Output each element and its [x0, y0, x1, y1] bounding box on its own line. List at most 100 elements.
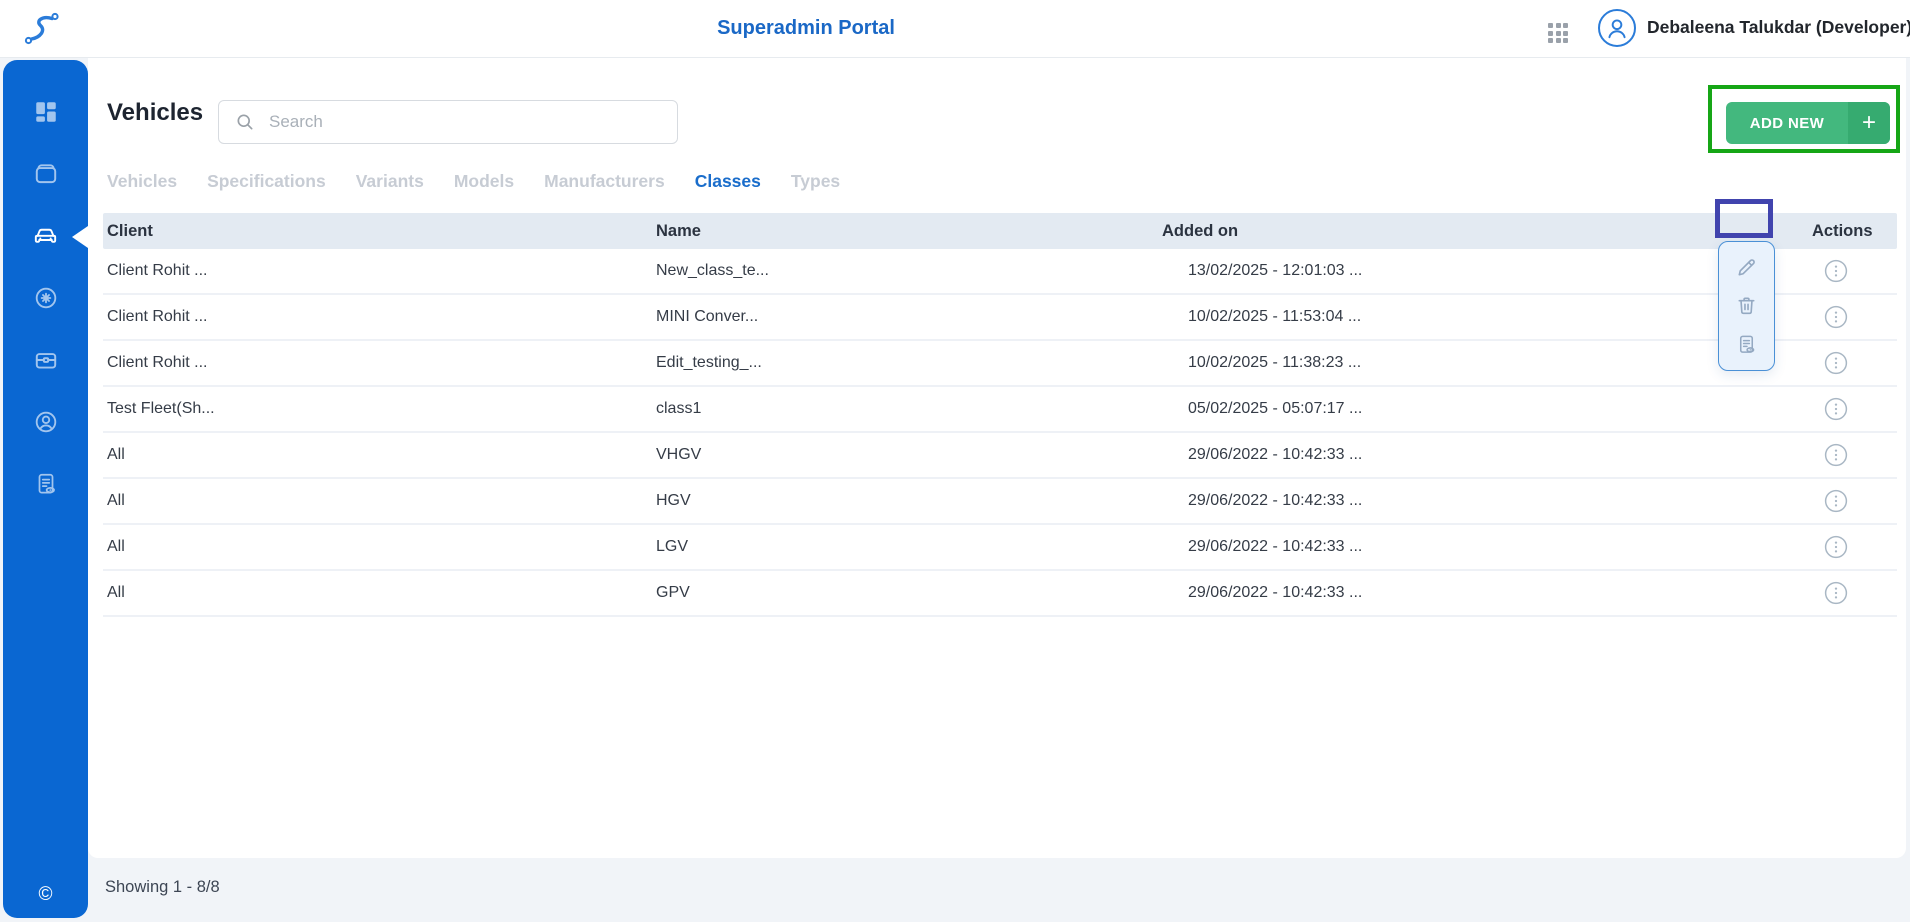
- tabs: Vehicles Specifications Variants Models Manu…: [107, 171, 840, 192]
- cell-name: class1: [652, 400, 1158, 418]
- table-row: Client Rohit ...New_class_te...13/02/202…: [103, 249, 1897, 295]
- cell-added_on: 29/06/2022 - 10:42:33 ...: [1158, 584, 1808, 602]
- cell-name: LGV: [652, 538, 1158, 556]
- table-row: Client Rohit ...Edit_testing_...10/02/20…: [103, 341, 1897, 387]
- cell-actions: [1808, 351, 1897, 375]
- card-icon: [33, 161, 59, 187]
- sidebar-item-settings[interactable]: [32, 285, 60, 311]
- apps-grid-icon[interactable]: [1548, 23, 1570, 45]
- cell-client: All: [103, 584, 652, 602]
- table-row: AllLGV29/06/2022 - 10:42:33 ...: [103, 525, 1897, 571]
- cell-name: MINI Conver...: [652, 308, 1158, 326]
- cell-actions: [1808, 259, 1897, 283]
- add-new-label: ADD NEW: [1726, 102, 1848, 144]
- tab-classes[interactable]: Classes: [695, 171, 761, 192]
- add-new-button[interactable]: ADD NEW +: [1726, 102, 1890, 144]
- cell-name: New_class_te...: [652, 262, 1158, 280]
- search-box: [218, 100, 678, 144]
- row-actions-button[interactable]: [1824, 489, 1848, 513]
- account-circle-icon: [33, 409, 59, 435]
- tab-models[interactable]: Models: [454, 171, 514, 192]
- portal-title: Superadmin Portal: [717, 17, 895, 40]
- cell-name: Edit_testing_...: [652, 354, 1158, 372]
- dashboard-icon: [33, 99, 59, 125]
- column-header-added-on: Added on: [1158, 222, 1808, 241]
- ellipsis-icon: [1824, 581, 1848, 605]
- row-actions-button[interactable]: [1824, 351, 1848, 375]
- sidebar-item-reports[interactable]: [32, 471, 60, 497]
- copyright-icon: ©: [3, 884, 88, 906]
- row-actions-popup: [1718, 241, 1775, 371]
- search-icon: [235, 112, 255, 132]
- tab-manufacturers[interactable]: Manufacturers: [544, 171, 665, 192]
- cell-name: GPV: [652, 584, 1158, 602]
- search-input[interactable]: [267, 111, 677, 133]
- ellipsis-icon: [1824, 305, 1848, 329]
- table-row: AllHGV29/06/2022 - 10:42:33 ...: [103, 479, 1897, 525]
- row-actions-highlight-box: [1715, 199, 1773, 238]
- active-nav-notch: [72, 226, 88, 248]
- row-actions-button[interactable]: [1824, 397, 1848, 421]
- person-icon: [1604, 15, 1630, 41]
- user-name[interactable]: Debaleena Talukdar (Developer): [1647, 17, 1910, 38]
- table-row: AllVHGV29/06/2022 - 10:42:33 ...: [103, 433, 1897, 479]
- view-log-icon[interactable]: [1735, 333, 1758, 356]
- cell-client: All: [103, 492, 652, 510]
- ellipsis-icon: [1824, 259, 1848, 283]
- sidebar-item-toolbox[interactable]: [32, 347, 60, 373]
- cell-actions: [1808, 397, 1897, 421]
- cell-actions: [1808, 581, 1897, 605]
- top-bar: Superadmin Portal Debaleena Talukdar (De…: [0, 0, 1910, 58]
- row-actions-button[interactable]: [1824, 535, 1848, 559]
- sidebar-item-dashboard[interactable]: [32, 99, 60, 125]
- tab-variants[interactable]: Variants: [356, 171, 424, 192]
- cell-added_on: 29/06/2022 - 10:42:33 ...: [1158, 446, 1808, 464]
- cell-added_on: 10/02/2025 - 11:53:04 ...: [1158, 308, 1808, 326]
- add-new-highlight-box: ADD NEW +: [1708, 85, 1900, 153]
- plus-icon: +: [1848, 102, 1890, 144]
- table-header: ClientNameAdded onActions: [103, 213, 1897, 249]
- cell-added_on: 05/02/2025 - 05:07:17 ...: [1158, 400, 1808, 418]
- report-eye-icon: [33, 471, 59, 497]
- page-title: Vehicles: [107, 99, 203, 127]
- sidebar-item-accounts[interactable]: [32, 409, 60, 435]
- table-row: AllGPV29/06/2022 - 10:42:33 ...: [103, 571, 1897, 617]
- cell-name: VHGV: [652, 446, 1158, 464]
- app-logo-icon[interactable]: [22, 8, 62, 48]
- row-actions-button[interactable]: [1824, 259, 1848, 283]
- ellipsis-icon: [1824, 443, 1848, 467]
- column-header-client: Client: [103, 222, 652, 241]
- cell-added_on: 29/06/2022 - 10:42:33 ...: [1158, 492, 1808, 510]
- row-actions-button[interactable]: [1824, 581, 1848, 605]
- user-avatar[interactable]: [1598, 9, 1636, 47]
- cell-client: Client Rohit ...: [103, 262, 652, 280]
- car-icon: [32, 223, 59, 250]
- cell-client: Client Rohit ...: [103, 308, 652, 326]
- cell-client: All: [103, 538, 652, 556]
- cell-added_on: 13/02/2025 - 12:01:03 ...: [1158, 262, 1808, 280]
- column-header-name: Name: [652, 222, 1158, 241]
- cell-client: Test Fleet(Sh...: [103, 400, 652, 418]
- table-row: Test Fleet(Sh...class105/02/2025 - 05:07…: [103, 387, 1897, 433]
- cell-name: HGV: [652, 492, 1158, 510]
- ellipsis-icon: [1824, 397, 1848, 421]
- cell-actions: [1808, 305, 1897, 329]
- edit-icon[interactable]: [1735, 256, 1758, 279]
- pagination-summary: Showing 1 - 8/8: [105, 878, 220, 897]
- sidebar-nav: ©: [3, 60, 88, 918]
- table-body: Client Rohit ...New_class_te...13/02/202…: [103, 249, 1897, 617]
- row-actions-button[interactable]: [1824, 443, 1848, 467]
- cell-actions: [1808, 443, 1897, 467]
- cell-added_on: 29/06/2022 - 10:42:33 ...: [1158, 538, 1808, 556]
- tab-types[interactable]: Types: [791, 171, 840, 192]
- delete-icon[interactable]: [1735, 294, 1758, 317]
- sidebar-item-vehicles[interactable]: [32, 223, 60, 249]
- column-header-actions: Actions: [1808, 222, 1897, 241]
- sidebar-item-cards[interactable]: [32, 161, 60, 187]
- ellipsis-icon: [1824, 535, 1848, 559]
- content-card: Vehicles ADD NEW + Vehicles Specification…: [88, 57, 1906, 858]
- tab-specifications[interactable]: Specifications: [207, 171, 326, 192]
- classes-table: ClientNameAdded onActions Client Rohit .…: [103, 213, 1897, 617]
- tab-vehicles[interactable]: Vehicles: [107, 171, 177, 192]
- row-actions-button[interactable]: [1824, 305, 1848, 329]
